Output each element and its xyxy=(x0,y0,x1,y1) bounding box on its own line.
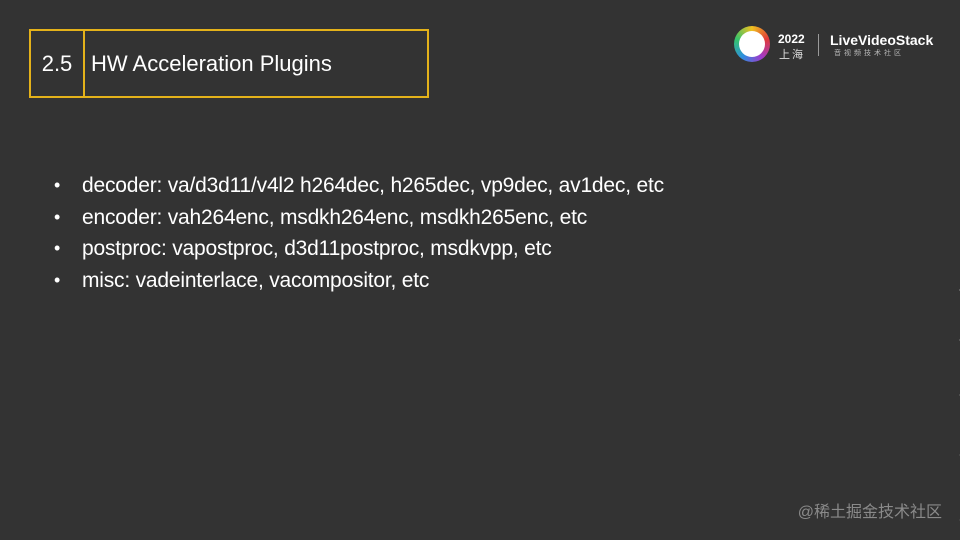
slide-title-box: 2.5 HW Acceleration Plugins xyxy=(29,29,429,98)
bullet-item: • encoder: vah264enc, msdkh264enc, msdkh2… xyxy=(54,202,664,234)
bullet-icon: • xyxy=(54,206,61,227)
bullet-icon: • xyxy=(54,175,61,195)
bullet-item: • postproc: vapostproc, d3d11postproc, ms… xyxy=(54,233,664,265)
bullet-item: • misc: vadeinterlace, vacompositor, etc xyxy=(54,265,664,297)
bullet-icon: • xyxy=(54,269,61,290)
slide-title: HW Acceleration Plugins xyxy=(91,50,332,76)
bullet-icon: • xyxy=(54,238,61,258)
bullet-text: encoder: vah264enc, msdkh264enc, msdkh26… xyxy=(82,205,588,229)
logo-separator xyxy=(818,34,819,56)
section-number: 2.5 xyxy=(41,50,73,76)
logo-city: 上海 xyxy=(779,49,805,61)
bullet-text: decoder: va/d3d11/v4l2 h264dec, h265dec,… xyxy=(82,174,664,197)
logo-subtitle: 音视频技术社区 xyxy=(834,50,904,57)
logo-brand: LiveVideoStack xyxy=(830,32,934,48)
livevideo-techcon-logo-icon xyxy=(734,26,770,62)
logo-year: 2022 xyxy=(778,32,805,46)
bullet-text: postproc: vapostproc, d3d11postproc, msd… xyxy=(82,237,552,260)
watermark: @稀土掘金技术社区 xyxy=(797,504,942,521)
conference-logo: 2022 上海 LiveVideoStack 音视频技术社区 xyxy=(734,26,944,66)
title-divider xyxy=(83,31,85,96)
bullet-item: • decoder: va/d3d11/v4l2 h264dec, h265dec… xyxy=(54,170,664,202)
bullet-text: misc: vadeinterlace, vacompositor, etc xyxy=(82,268,430,292)
bullet-list: • decoder: va/d3d11/v4l2 h264dec, h265dec… xyxy=(54,170,664,296)
